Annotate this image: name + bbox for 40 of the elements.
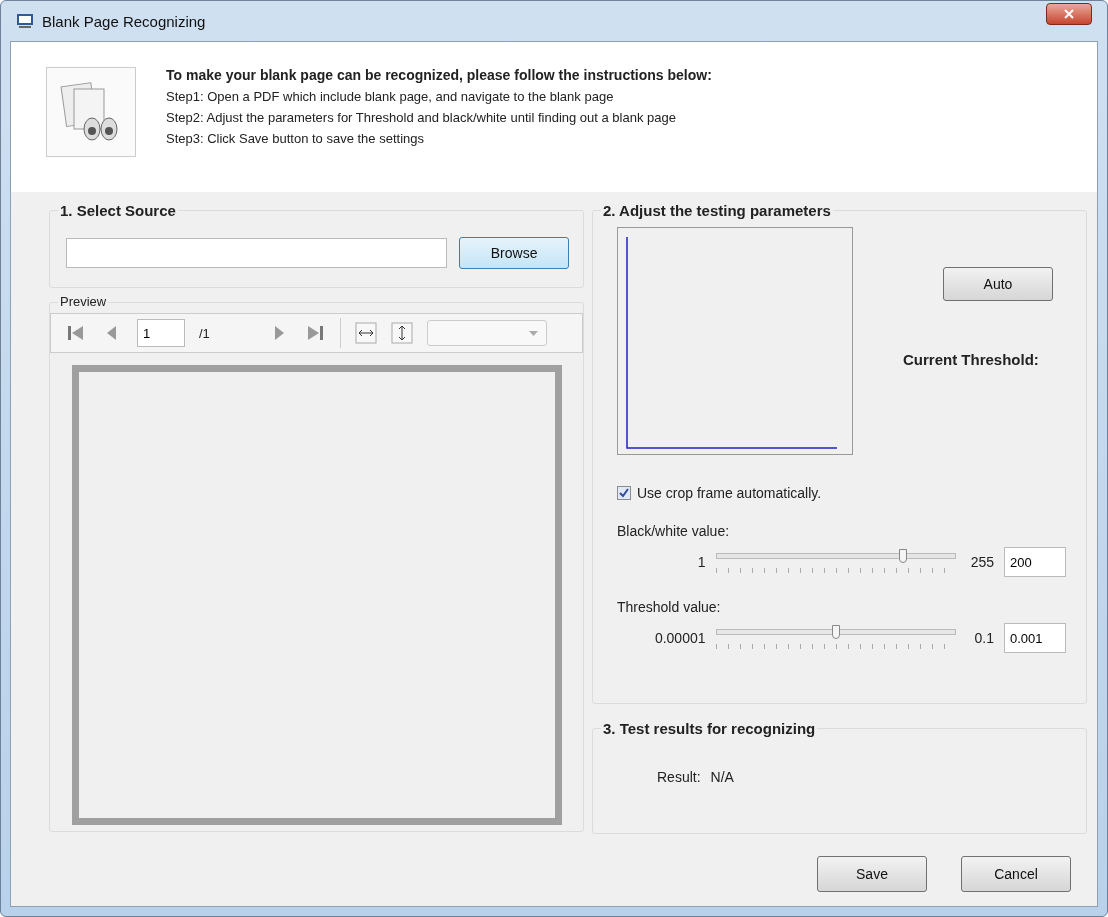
instruction-step: Step2: Adjust the parameters for Threshold and black/white until finding out a blank page [166,110,712,125]
dialog-button[interactable]: Save [817,856,927,892]
crop-checkbox[interactable] [617,486,631,500]
close-button[interactable] [1046,3,1092,25]
slider-max: 0.1 [973,630,994,646]
dialog-button[interactable]: Cancel [961,856,1071,892]
close-icon [1064,9,1074,19]
slider-track[interactable] [715,549,957,575]
group-title: 3. Test results for recognizing [601,720,818,737]
slider-min: 0.00001 [653,630,706,646]
instructions-heading: To make your blank page can be recognized, please follow the instructions below: [166,67,712,83]
slider-thumb[interactable] [832,625,840,639]
fit-height-icon[interactable] [390,322,413,344]
slider-min: 1 [696,554,706,570]
instruction-step: Step1: Open a PDF which include blank page, and navigate to the blank page [166,89,712,104]
app-icon [16,13,34,29]
group-title: 2. Adjust the testing parameters [601,202,833,219]
slider-thumb[interactable] [899,549,908,563]
result-label: Result: [657,769,701,785]
current-threshold-label: Current Threshold: [903,351,1040,368]
slider-value-field[interactable]: 200 [1004,547,1066,577]
slider-track[interactable] [715,625,957,651]
slider-label: Threshold value: [617,599,721,615]
result-value: N/A [710,769,734,785]
slider-value-field[interactable]: 0.001 [1004,623,1066,653]
dropdown-caret-icon [528,330,538,336]
crop-label: Use crop frame automatically. [637,485,822,501]
group-title: 1. Select Source [58,202,178,219]
window-title: Blank Page Recognizing [42,12,207,30]
instruction-step: Step3: Click Save button to save the settings [166,131,712,146]
source-path-field[interactable] [66,238,448,268]
group-title: Preview [58,294,109,309]
auto-button[interactable]: Auto [943,267,1053,301]
fit-width-icon[interactable] [354,322,377,344]
browse-button[interactable]: Browse [459,237,569,269]
page-total: /1 [199,325,210,341]
slider-label: Black/white value: [617,523,730,539]
checkmark-icon [619,488,629,498]
page-number-field[interactable]: 1 [137,319,185,347]
slider-max: 255 [969,554,994,570]
